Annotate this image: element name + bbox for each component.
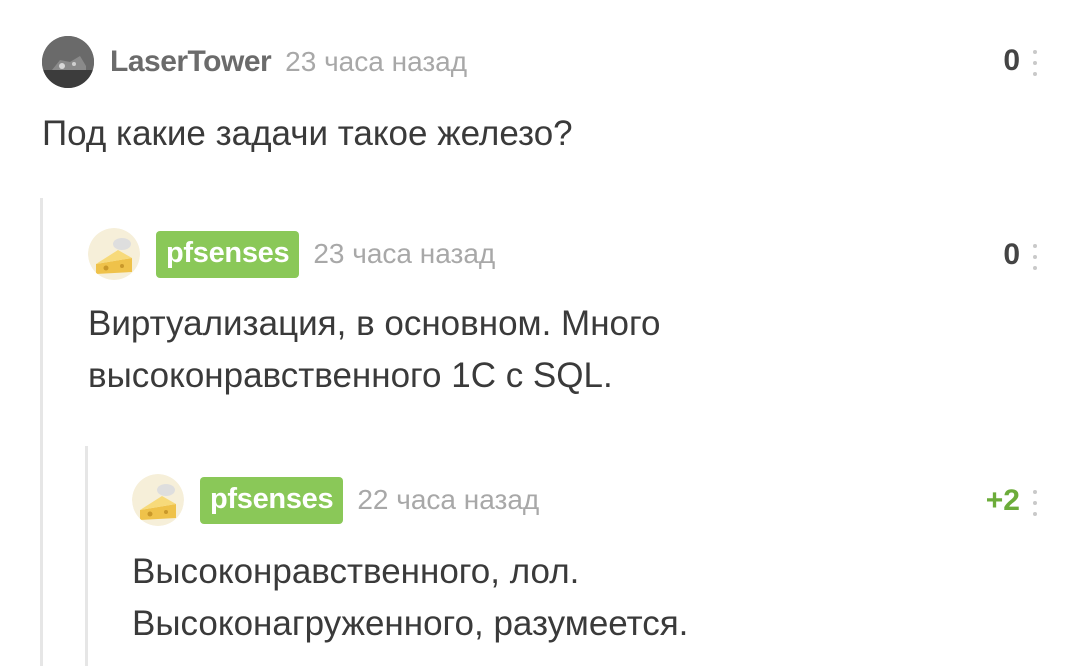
avatar[interactable] [42, 36, 94, 88]
comment-time: 22 часа назад [357, 484, 540, 515]
comment-header: LaserTower 23 часа назад [42, 36, 467, 88]
comment-time: 23 часа назад [285, 46, 468, 77]
thread-line-level-1 [40, 198, 43, 666]
comment-rating: +2 [985, 484, 1020, 517]
comment-time: 23 часа назад [313, 238, 496, 269]
more-options-icon[interactable] [1032, 490, 1038, 516]
more-options-icon[interactable] [1032, 50, 1038, 76]
comment-rating: 0 [1003, 238, 1020, 271]
comment-text-line: Высоконагруженного, разумеется. [132, 604, 689, 643]
author-badge[interactable]: pfsenses [200, 476, 344, 524]
avatar-laser-tower-icon [42, 36, 94, 88]
avatar[interactable] [88, 228, 140, 280]
more-options-icon[interactable] [1032, 244, 1038, 270]
comment-text: Под какие задачи такое железо? [42, 114, 573, 153]
comment-text-line: Виртуализация, в основном. Много [88, 304, 661, 343]
thread-line-level-2 [85, 446, 88, 666]
avatar-cheese-icon [132, 474, 184, 526]
author-badge[interactable]: pfsenses [156, 230, 300, 278]
avatar[interactable] [132, 474, 184, 526]
comment-text-line: высоконравственного 1С с SQL. [88, 356, 613, 395]
comment-header: pfsenses 22 часа назад [132, 474, 539, 526]
comment-rating: 0 [1003, 44, 1020, 77]
avatar-cheese-icon [88, 228, 140, 280]
author-name[interactable]: LaserTower [110, 45, 272, 79]
comment-text: Высоконравственного, лол. Высоконагружен… [132, 546, 688, 650]
comment-text: Виртуализация, в основном. Много высокон… [88, 298, 660, 402]
comment-header: pfsenses 23 часа назад [88, 228, 495, 280]
comment-text-line: Высоконравственного, лол. [132, 552, 580, 591]
